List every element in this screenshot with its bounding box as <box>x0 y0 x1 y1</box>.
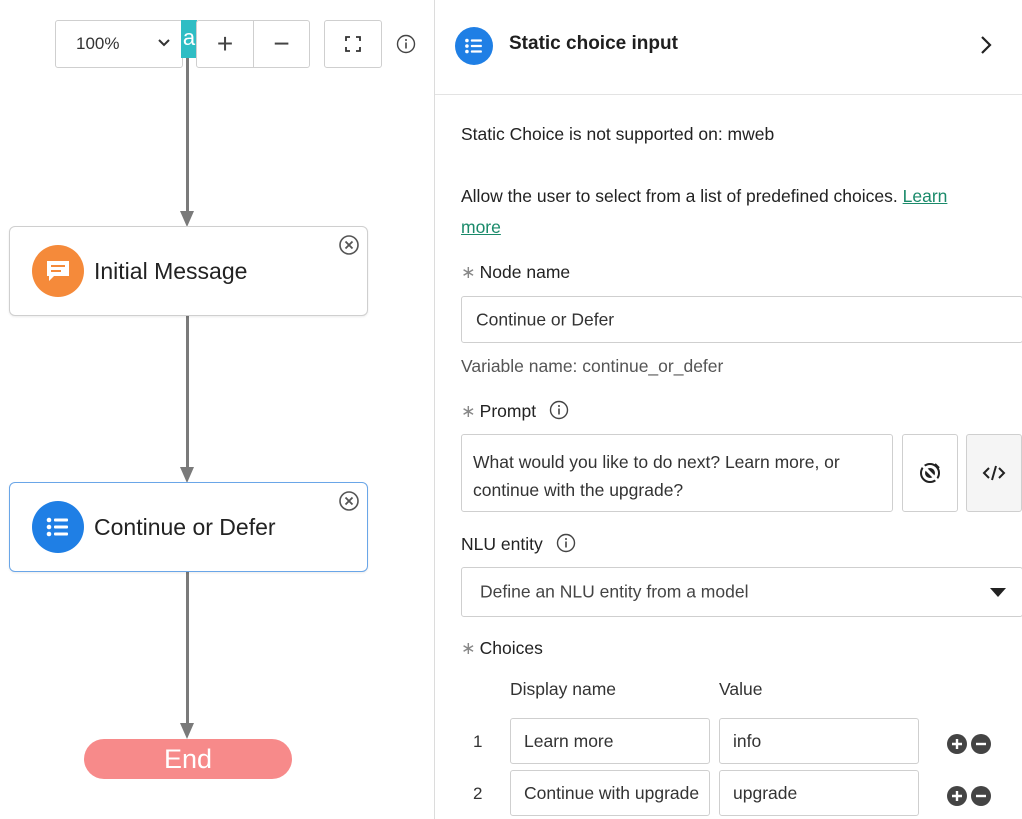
zoom-select[interactable]: 100% <box>55 20 183 68</box>
choice-row-number: 2 <box>473 784 483 803</box>
choice-value: info <box>733 731 762 751</box>
remove-choice-icon[interactable] <box>971 734 991 754</box>
choices-label: ∗ Choices <box>461 638 543 659</box>
node-label: Continue or Defer <box>94 513 276 540</box>
choice-value-input[interactable]: info <box>719 718 919 764</box>
connector-line <box>186 316 189 468</box>
row-actions <box>947 734 991 754</box>
node-label: Initial Message <box>94 257 248 284</box>
add-choice-icon[interactable] <box>947 734 967 754</box>
info-icon[interactable] <box>396 34 416 54</box>
prompt-line: continue with the upgrade? <box>473 480 684 500</box>
not-supported-notice: Static Choice is not supported on: mweb <box>461 124 775 144</box>
choice-value-input[interactable]: upgrade <box>719 770 919 816</box>
code-icon <box>982 465 1006 481</box>
connector-line <box>186 58 189 212</box>
chevron-right-icon[interactable] <box>977 34 995 56</box>
required-icon: ∗ <box>461 401 476 421</box>
connector-arrow <box>180 467 194 483</box>
info-icon[interactable] <box>556 533 576 553</box>
required-icon: ∗ <box>461 638 476 658</box>
audio-icon <box>920 463 940 483</box>
row-actions <box>947 786 991 806</box>
nlu-entity-select[interactable]: Define an NLU entity from a model <box>461 567 1022 617</box>
node-icon <box>32 501 84 553</box>
expand-icon <box>345 36 361 52</box>
code-button[interactable] <box>966 434 1022 512</box>
caret-down-icon <box>990 588 1006 597</box>
end-node[interactable]: End <box>84 739 292 779</box>
learn-more-link[interactable]: more <box>461 217 501 237</box>
node-name-value: Continue or Defer <box>476 309 615 329</box>
info-icon[interactable] <box>549 400 569 420</box>
close-icon[interactable] <box>338 490 360 512</box>
flow-node-initial-message[interactable]: Initial Message <box>9 226 368 316</box>
connector-arrow <box>180 211 194 227</box>
panel-header: Static choice input <box>435 0 1022 95</box>
connector-line <box>186 572 189 724</box>
voice-settings-button[interactable] <box>902 434 958 512</box>
message-icon <box>47 261 69 281</box>
zoom-out-button[interactable]: − <box>252 21 309 67</box>
choice-value: upgrade <box>733 783 798 803</box>
close-icon[interactable] <box>338 234 360 256</box>
prompt-label: ∗ Prompt <box>461 400 569 422</box>
choice-display-name-input[interactable]: Continue with upgrade <box>510 770 710 816</box>
variable-name: Variable name: continue_or_defer <box>461 356 724 376</box>
panel-title: Static choice input <box>509 33 678 54</box>
list-icon <box>46 517 68 537</box>
list-icon <box>465 38 482 54</box>
required-icon: ∗ <box>461 262 476 282</box>
zoom-controls: + − <box>196 20 310 68</box>
add-choice-icon[interactable] <box>947 786 967 806</box>
column-header-value: Value <box>719 679 763 699</box>
prompt-line: What would you like to do next? Learn mo… <box>473 452 840 472</box>
prompt-text: What would you like to do next? Learn mo… <box>473 448 840 504</box>
choice-display-name: Learn more <box>524 731 614 751</box>
description: Allow the user to select from a list of … <box>461 186 947 207</box>
column-header-display-name: Display name <box>510 679 617 699</box>
description-text: Allow the user to select from a list of … <box>461 186 898 206</box>
choice-display-name-input[interactable]: Learn more <box>510 718 710 764</box>
teal-tab[interactable]: a <box>181 20 197 58</box>
node-icon <box>32 245 84 297</box>
nlu-entity-label: NLU entity <box>461 533 576 555</box>
zoom-in-button[interactable]: + <box>197 21 253 67</box>
zoom-value: 100% <box>76 34 120 53</box>
prompt-field[interactable]: What would you like to do next? Learn mo… <box>461 434 893 512</box>
label-text: Prompt <box>479 401 537 421</box>
label-text: Node name <box>479 262 571 282</box>
label-text: NLU entity <box>461 534 543 554</box>
flow-canvas: 100% a + − Initial Message Continue or D… <box>0 0 434 819</box>
chevron-down-icon <box>158 39 170 47</box>
flow-node-continue-or-defer[interactable]: Continue or Defer <box>9 482 368 572</box>
description-line2: more <box>461 217 501 238</box>
learn-more-link[interactable]: Learn <box>903 186 948 206</box>
choice-row-number: 1 <box>473 732 483 751</box>
properties-panel: Static choice input Static Choice is not… <box>434 0 1022 819</box>
label-text: Choices <box>479 638 543 658</box>
nlu-entity-placeholder: Define an NLU entity from a model <box>480 581 749 602</box>
choice-display-name: Continue with upgrade <box>524 783 700 803</box>
node-name-field[interactable]: Continue or Defer <box>461 296 1022 343</box>
remove-choice-icon[interactable] <box>971 786 991 806</box>
connector-arrow <box>180 723 194 739</box>
node-name-label: ∗ Node name <box>461 262 570 283</box>
fit-to-screen-button[interactable] <box>324 20 382 68</box>
panel-type-icon <box>455 27 493 65</box>
